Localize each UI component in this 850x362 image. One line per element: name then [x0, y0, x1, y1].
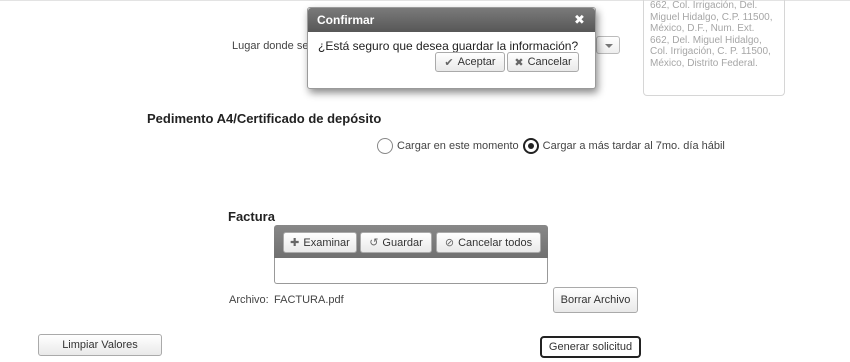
delete-file-button[interactable]: Borrar Archivo [553, 287, 638, 313]
browse-button[interactable]: ✚ Examinar [283, 232, 357, 253]
cancel-button[interactable]: ✖ Cancelar [507, 52, 579, 72]
dialog-header: Confirmar ✖ [308, 8, 595, 32]
file-label: Archivo: [229, 294, 269, 306]
radio-load-later[interactable] [522, 138, 539, 154]
check-icon: ✔ [444, 56, 454, 69]
accept-button[interactable]: ✔ Aceptar [435, 52, 505, 72]
close-icon[interactable]: ✖ [574, 12, 585, 28]
radio-load-now-label: Cargar en este momento [397, 140, 519, 152]
place-select-toggle[interactable] [596, 36, 620, 54]
chevron-down-icon [605, 44, 613, 48]
cancel-all-label: Cancelar todos [458, 236, 533, 249]
upload-file-list[interactable] [274, 258, 548, 284]
clear-values-button[interactable]: Limpiar Valores [38, 334, 162, 356]
load-option-group: Cargar en este momento Cargar a más tard… [377, 138, 729, 154]
dialog-title: Confirmar [317, 13, 375, 27]
factura-title: Factura [228, 209, 275, 224]
undo-icon: ↺ [369, 237, 379, 249]
cancel-label: Cancelar [527, 56, 572, 68]
dialog-message: ¿Está seguro que desea guardar la inform… [318, 39, 579, 53]
save-button[interactable]: ↺ Guardar [360, 232, 432, 253]
plus-icon: ✚ [290, 237, 300, 249]
generate-request-button[interactable]: Generar solicitud [540, 336, 641, 358]
save-label: Guardar [382, 236, 423, 249]
address-textarea[interactable]: 662, Col. Irrigación, Del. Miguel Hidalg… [643, 0, 785, 96]
accept-label: Aceptar [457, 56, 496, 68]
ban-icon: ⊘ [444, 237, 455, 249]
radio-load-later-label: Cargar a más tardar al 7mo. día hábil [542, 140, 725, 152]
file-name: FACTURA.pdf [274, 294, 344, 306]
x-icon: ✖ [514, 56, 524, 69]
radio-load-now[interactable] [377, 138, 393, 154]
pedimento-title: Pedimento A4/Certificado de depósito [147, 111, 382, 126]
cancel-all-button[interactable]: ⊘ Cancelar todos [436, 232, 541, 253]
confirm-dialog: Confirmar ✖ ¿Está seguro que desea guard… [307, 7, 596, 89]
browse-label: Examinar [303, 236, 350, 249]
place-label: Lugar donde se [232, 40, 309, 52]
